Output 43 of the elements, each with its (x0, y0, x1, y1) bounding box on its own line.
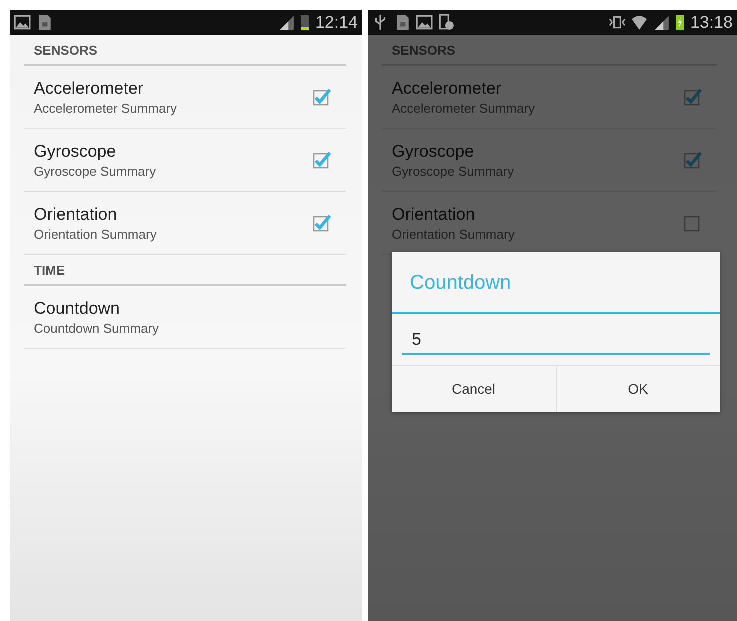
battery-icon (300, 14, 310, 31)
image-icon (416, 14, 433, 31)
preference-summary: Orientation Summary (34, 226, 157, 242)
checked-checkbox[interactable] (312, 87, 332, 107)
input-field[interactable]: 5 (402, 328, 710, 355)
preference-summary: Gyroscope Summary (392, 164, 514, 178)
dialog-button[interactable]: Cancel (392, 366, 556, 412)
preference-item[interactable]: Orientation Orientation Summary (24, 192, 346, 255)
checked-checkbox[interactable] (312, 213, 332, 233)
wifi-icon (631, 14, 648, 31)
preference-title: Accelerometer (34, 78, 145, 98)
checked-checkbox[interactable] (683, 87, 703, 107)
preference-item[interactable]: Countdown Countdown Summary (24, 286, 346, 349)
checked-checkbox[interactable] (312, 150, 332, 170)
preference-title: Orientation (34, 204, 118, 224)
signal-icon (653, 14, 670, 31)
category-header: SENSORS (24, 35, 346, 66)
preference-summary: Orientation Summary (392, 226, 515, 242)
image-icon (14, 14, 31, 31)
preference-title: Accelerometer (392, 78, 503, 98)
dialog-title: Countdown (392, 252, 720, 314)
preference-title: Gyroscope (392, 142, 476, 162)
clock-time: 13:18 (690, 12, 733, 32)
preference-summary: Accelerometer Summary (34, 100, 178, 116)
preference-item[interactable]: Gyroscope Gyroscope Summary (24, 129, 346, 192)
sd-card-icon (36, 14, 53, 31)
sd-card-icon (394, 14, 411, 31)
category-header: TIME (24, 255, 346, 286)
preference-summary: Countdown Summary (34, 320, 159, 336)
preference-title: Gyroscope (34, 142, 118, 162)
dialog-button[interactable]: OK (556, 366, 720, 412)
clock-time: 12:14 (315, 12, 358, 32)
battery-charging-icon (675, 14, 686, 31)
preference-summary: Accelerometer Summary (392, 100, 536, 116)
preference-summary: Gyroscope Summary (34, 164, 156, 178)
device-clock-icon (438, 14, 455, 31)
checked-checkbox[interactable] (683, 150, 703, 170)
preference-title: Countdown (34, 298, 122, 318)
vibrate-icon (609, 14, 626, 31)
category-header: SENSORS (382, 35, 717, 66)
preference-title: Orientation (392, 204, 476, 224)
signal-icon (278, 14, 296, 31)
preference-item[interactable]: Accelerometer Accelerometer Summary (24, 66, 346, 129)
